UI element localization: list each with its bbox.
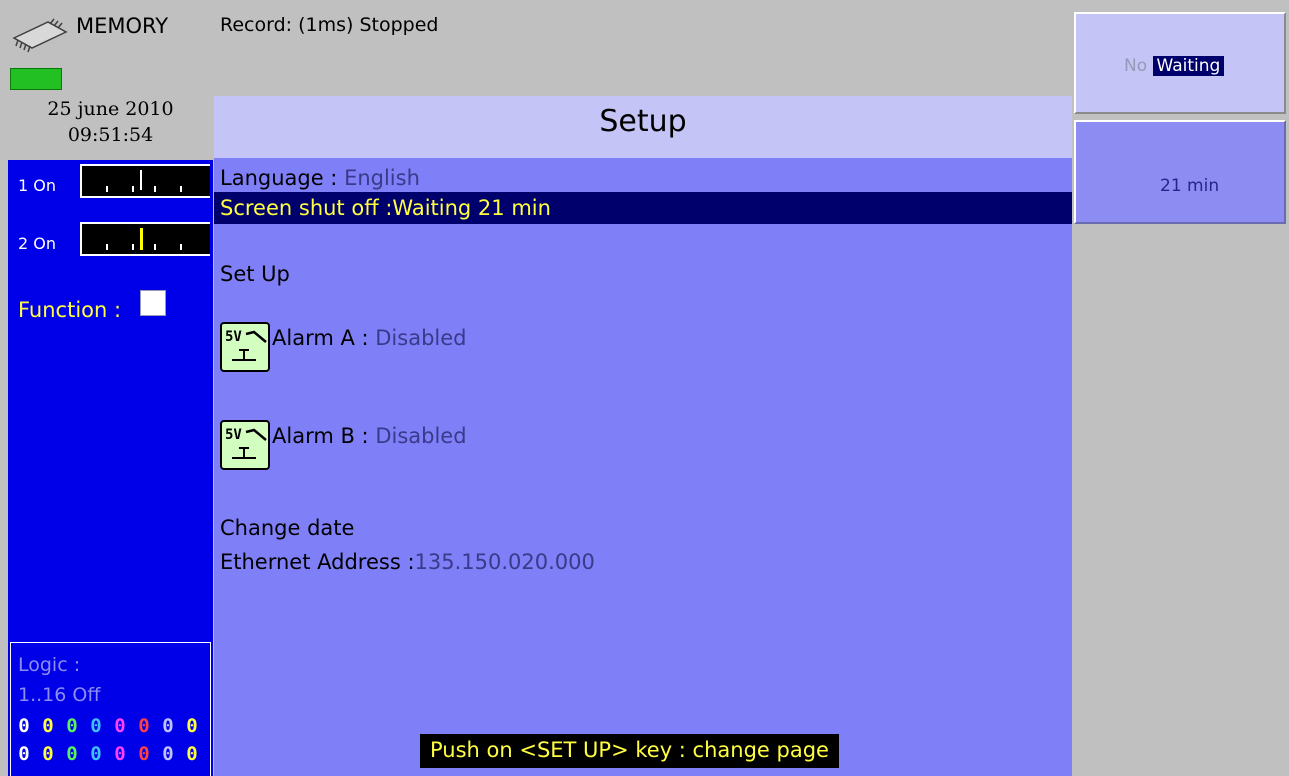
softkey-shutoff-delay[interactable] [1074, 120, 1286, 224]
memory-label: MEMORY [76, 14, 169, 38]
channel-1-cursor [140, 170, 142, 190]
footer-hint: Push on <SET UP> key : change page [420, 734, 839, 768]
softkey-1-selected-option: Waiting [1152, 56, 1225, 76]
setting-language[interactable]: Language : English [220, 166, 420, 190]
date-display: 25 june 2010 [47, 98, 174, 120]
logic-digit: 0 [42, 715, 54, 737]
logic-digit: 0 [162, 715, 174, 737]
setting-ethernet-address[interactable]: Ethernet Address :135.150.020.000 [220, 550, 595, 574]
channel-1-tick [154, 186, 156, 192]
function-checkbox[interactable] [140, 290, 166, 316]
memory-level-bar [10, 68, 62, 90]
language-label: Language : [220, 166, 345, 190]
logic-digit: 0 [186, 715, 198, 737]
alarm-switch-icon: 5V [220, 420, 270, 470]
alarm-b-value: Disabled [375, 424, 467, 448]
softkey-1-option: No [1124, 56, 1153, 76]
record-status-text: Record: (1ms) Stopped [220, 14, 439, 36]
channel-2-tick [106, 244, 108, 250]
ethernet-value: 135.150.020.000 [414, 550, 595, 574]
channel-2-label: 2 On [18, 234, 56, 253]
setting-alarm-a[interactable]: Alarm A : Disabled [272, 326, 467, 350]
alarm-a-value: Disabled [375, 326, 467, 350]
function-label: Function : [18, 298, 122, 322]
logic-label: Logic : [18, 654, 81, 676]
channel-2-bar[interactable] [80, 222, 210, 256]
logic-digit: 0 [114, 743, 126, 765]
page-title: Setup [599, 104, 687, 139]
softkey-1-text: No Waiting [1124, 56, 1225, 76]
logic-digit: 0 [186, 743, 198, 765]
alarm-switch-icon: 5V [220, 322, 270, 372]
setting-setup-section[interactable]: Set Up [220, 262, 290, 286]
alarm-switch-glyph: 5V [225, 329, 267, 361]
memory-chip-icon [12, 18, 68, 53]
logic-digit: 0 [114, 715, 126, 737]
channel-2-tick [132, 244, 134, 250]
logic-digit: 0 [66, 743, 78, 765]
channel-2-marker [140, 228, 143, 250]
logic-range: 1..16 Off [18, 684, 101, 706]
logic-digit: 0 [138, 743, 150, 765]
setting-change-date[interactable]: Change date [220, 516, 354, 540]
softkey-2-text: 21 min [1160, 176, 1220, 196]
logic-digit: 0 [18, 715, 30, 737]
svg-text:5V: 5V [225, 329, 242, 345]
logic-digit: 0 [42, 743, 54, 765]
channel-1-tick [132, 186, 134, 192]
svg-text:5V: 5V [225, 427, 242, 443]
language-value: English [344, 166, 420, 190]
logic-digit: 0 [66, 715, 78, 737]
logic-digit: 0 [138, 715, 150, 737]
channel-1-tick [106, 186, 108, 192]
alarm-a-label: Alarm A : [272, 326, 376, 350]
logic-digit: 0 [162, 743, 174, 765]
channel-1-tick [180, 186, 182, 192]
alarm-b-label: Alarm B : [272, 424, 376, 448]
alarm-switch-glyph: 5V [225, 427, 267, 459]
logic-digit: 0 [18, 743, 30, 765]
channel-2-tick [154, 244, 156, 250]
setting-alarm-b[interactable]: Alarm B : Disabled [272, 424, 467, 448]
ethernet-label: Ethernet Address : [220, 550, 415, 574]
setting-screen-shutoff[interactable]: Screen shut off :Waiting 21 min [220, 196, 551, 220]
channel-1-label: 1 On [18, 176, 56, 195]
time-display: 09:51:54 [67, 124, 154, 146]
logic-digit: 0 [90, 715, 102, 737]
logic-digit: 0 [90, 743, 102, 765]
channel-1-bar[interactable] [80, 164, 210, 198]
setup-content-area [214, 158, 1072, 776]
channel-2-tick [180, 244, 182, 250]
